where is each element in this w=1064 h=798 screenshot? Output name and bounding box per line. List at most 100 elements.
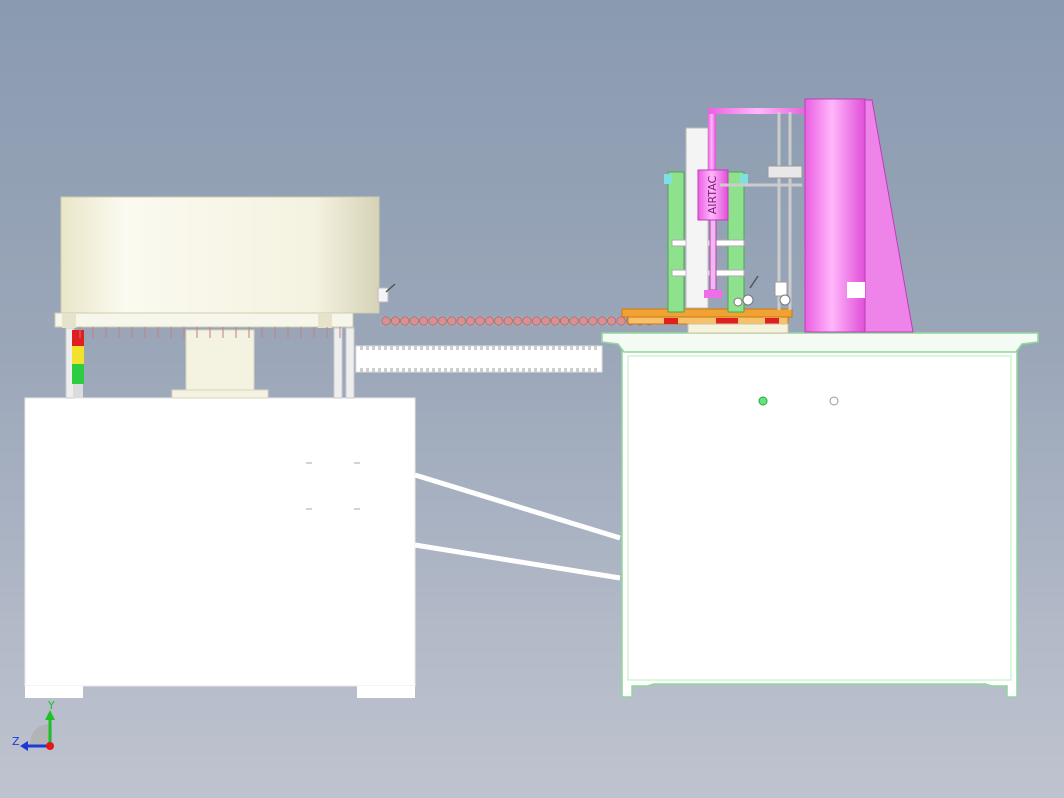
vibrator-tooth: [546, 346, 549, 350]
frame-bolt: [664, 174, 672, 184]
press-rod: [709, 219, 717, 291]
x-axis-dot: [46, 742, 54, 750]
index-plate: [621, 308, 793, 318]
vibrator-tooth: [546, 368, 549, 372]
part-ball: [569, 316, 579, 326]
vibrator-tooth: [426, 346, 429, 350]
cylinder-top-bar: [708, 108, 818, 114]
vibratory-bowl: [60, 196, 380, 314]
bowl-outlet: [377, 287, 389, 303]
plate-marker: [765, 318, 779, 324]
vibrator-tooth: [534, 346, 537, 350]
work-table: [601, 332, 1039, 698]
bowl-base-column: [185, 329, 255, 393]
vibrator-tooth: [432, 346, 435, 350]
vibrator-tooth: [390, 368, 393, 372]
bowl-feeder: [24, 196, 416, 698]
vibrator-tooth: [528, 346, 531, 350]
part-ball: [607, 316, 617, 326]
stop-indicator-icon: [829, 396, 839, 406]
vibrator-tooth: [414, 368, 417, 372]
vibrator-tooth: [588, 368, 591, 372]
bowl-pin-row: [79, 327, 341, 338]
part-ball: [456, 316, 466, 326]
z-axis-arrowhead: [20, 741, 28, 751]
vibrator-tooth: [468, 346, 471, 350]
cad-assembly-view: AIRTAC Y Z: [12, 98, 1039, 751]
vibrator-tooth: [438, 368, 441, 372]
vibrator-tooth: [468, 368, 471, 372]
vibrator-tooth: [450, 368, 453, 372]
part-ball: [588, 316, 598, 326]
vibrator-tooth: [582, 346, 585, 350]
part-ball: [560, 316, 570, 326]
feeder-leg: [333, 327, 343, 399]
vibrator-tooth: [504, 346, 507, 350]
part-ball: [428, 316, 438, 326]
signal-light-yellow: [72, 346, 84, 364]
vibrator-tooth: [486, 346, 489, 350]
vibrator-tooth: [552, 346, 555, 350]
vibrator-tooth: [384, 346, 387, 350]
ball-row: [381, 316, 654, 326]
vibrator-tooth: [444, 346, 447, 350]
part-ball: [484, 316, 494, 326]
vibrator-tooth: [474, 368, 477, 372]
tower-window: [847, 282, 865, 298]
vibrator-tooth: [408, 346, 411, 350]
vibrator-tooth: [414, 346, 417, 350]
roller: [733, 297, 743, 307]
vibrator-tooth: [594, 368, 597, 372]
vibrator-tooth: [504, 368, 507, 372]
cable-upper: [414, 472, 621, 541]
vibrator-tooth: [558, 368, 561, 372]
vibrator-tooth: [492, 368, 495, 372]
axis-triad: Y Z: [12, 699, 55, 751]
plate-marker: [664, 318, 678, 324]
signal-tower-stem: [73, 384, 83, 398]
vibrator-tooth: [510, 346, 513, 350]
vibrator-tooth: [402, 346, 405, 350]
vibrator-tooth: [360, 368, 363, 372]
part-ball: [447, 316, 457, 326]
vibrator-tooth: [432, 368, 435, 372]
assembly-station: AIRTAC: [621, 98, 914, 334]
vibrator-tooth: [516, 368, 519, 372]
cable-lower: [414, 542, 621, 581]
feeder-foot-right: [357, 686, 415, 698]
press-head: [704, 290, 722, 298]
table-cabinet: [621, 349, 1018, 698]
vibrator-tooth: [564, 346, 567, 350]
part-ball: [400, 316, 410, 326]
part-ball: [475, 316, 485, 326]
vibrator-tooth: [552, 368, 555, 372]
bowl-bracket: [62, 314, 76, 328]
vibrator-tooth: [390, 346, 393, 350]
part-ball: [419, 316, 429, 326]
vibrator-tooth: [522, 368, 525, 372]
vibrator-tooth: [378, 368, 381, 372]
cables: [414, 472, 621, 581]
bowl-flange: [54, 312, 354, 328]
shaft-clamp: [767, 165, 803, 179]
part-ball: [409, 316, 419, 326]
vibrator-tooth: [498, 368, 501, 372]
vibrator-tooth: [570, 368, 573, 372]
vibrator-tooth: [510, 368, 513, 372]
vibrator-tooth: [450, 346, 453, 350]
vibrator-tooth: [570, 346, 573, 350]
vibrator-tooth: [474, 346, 477, 350]
part-ball: [531, 316, 541, 326]
vibrator-tooth: [576, 368, 579, 372]
vibrator-tooth: [396, 346, 399, 350]
vibrator-tooth: [522, 346, 525, 350]
part-ball: [381, 316, 391, 326]
vibrator-tooth: [444, 368, 447, 372]
signal-light-green: [72, 364, 84, 384]
part-ball: [437, 316, 447, 326]
part-ball: [550, 316, 560, 326]
index-plate-lower: [627, 316, 789, 325]
part-ball: [513, 316, 523, 326]
z-axis-label: Z: [12, 735, 20, 748]
vibrator-tooth: [462, 368, 465, 372]
